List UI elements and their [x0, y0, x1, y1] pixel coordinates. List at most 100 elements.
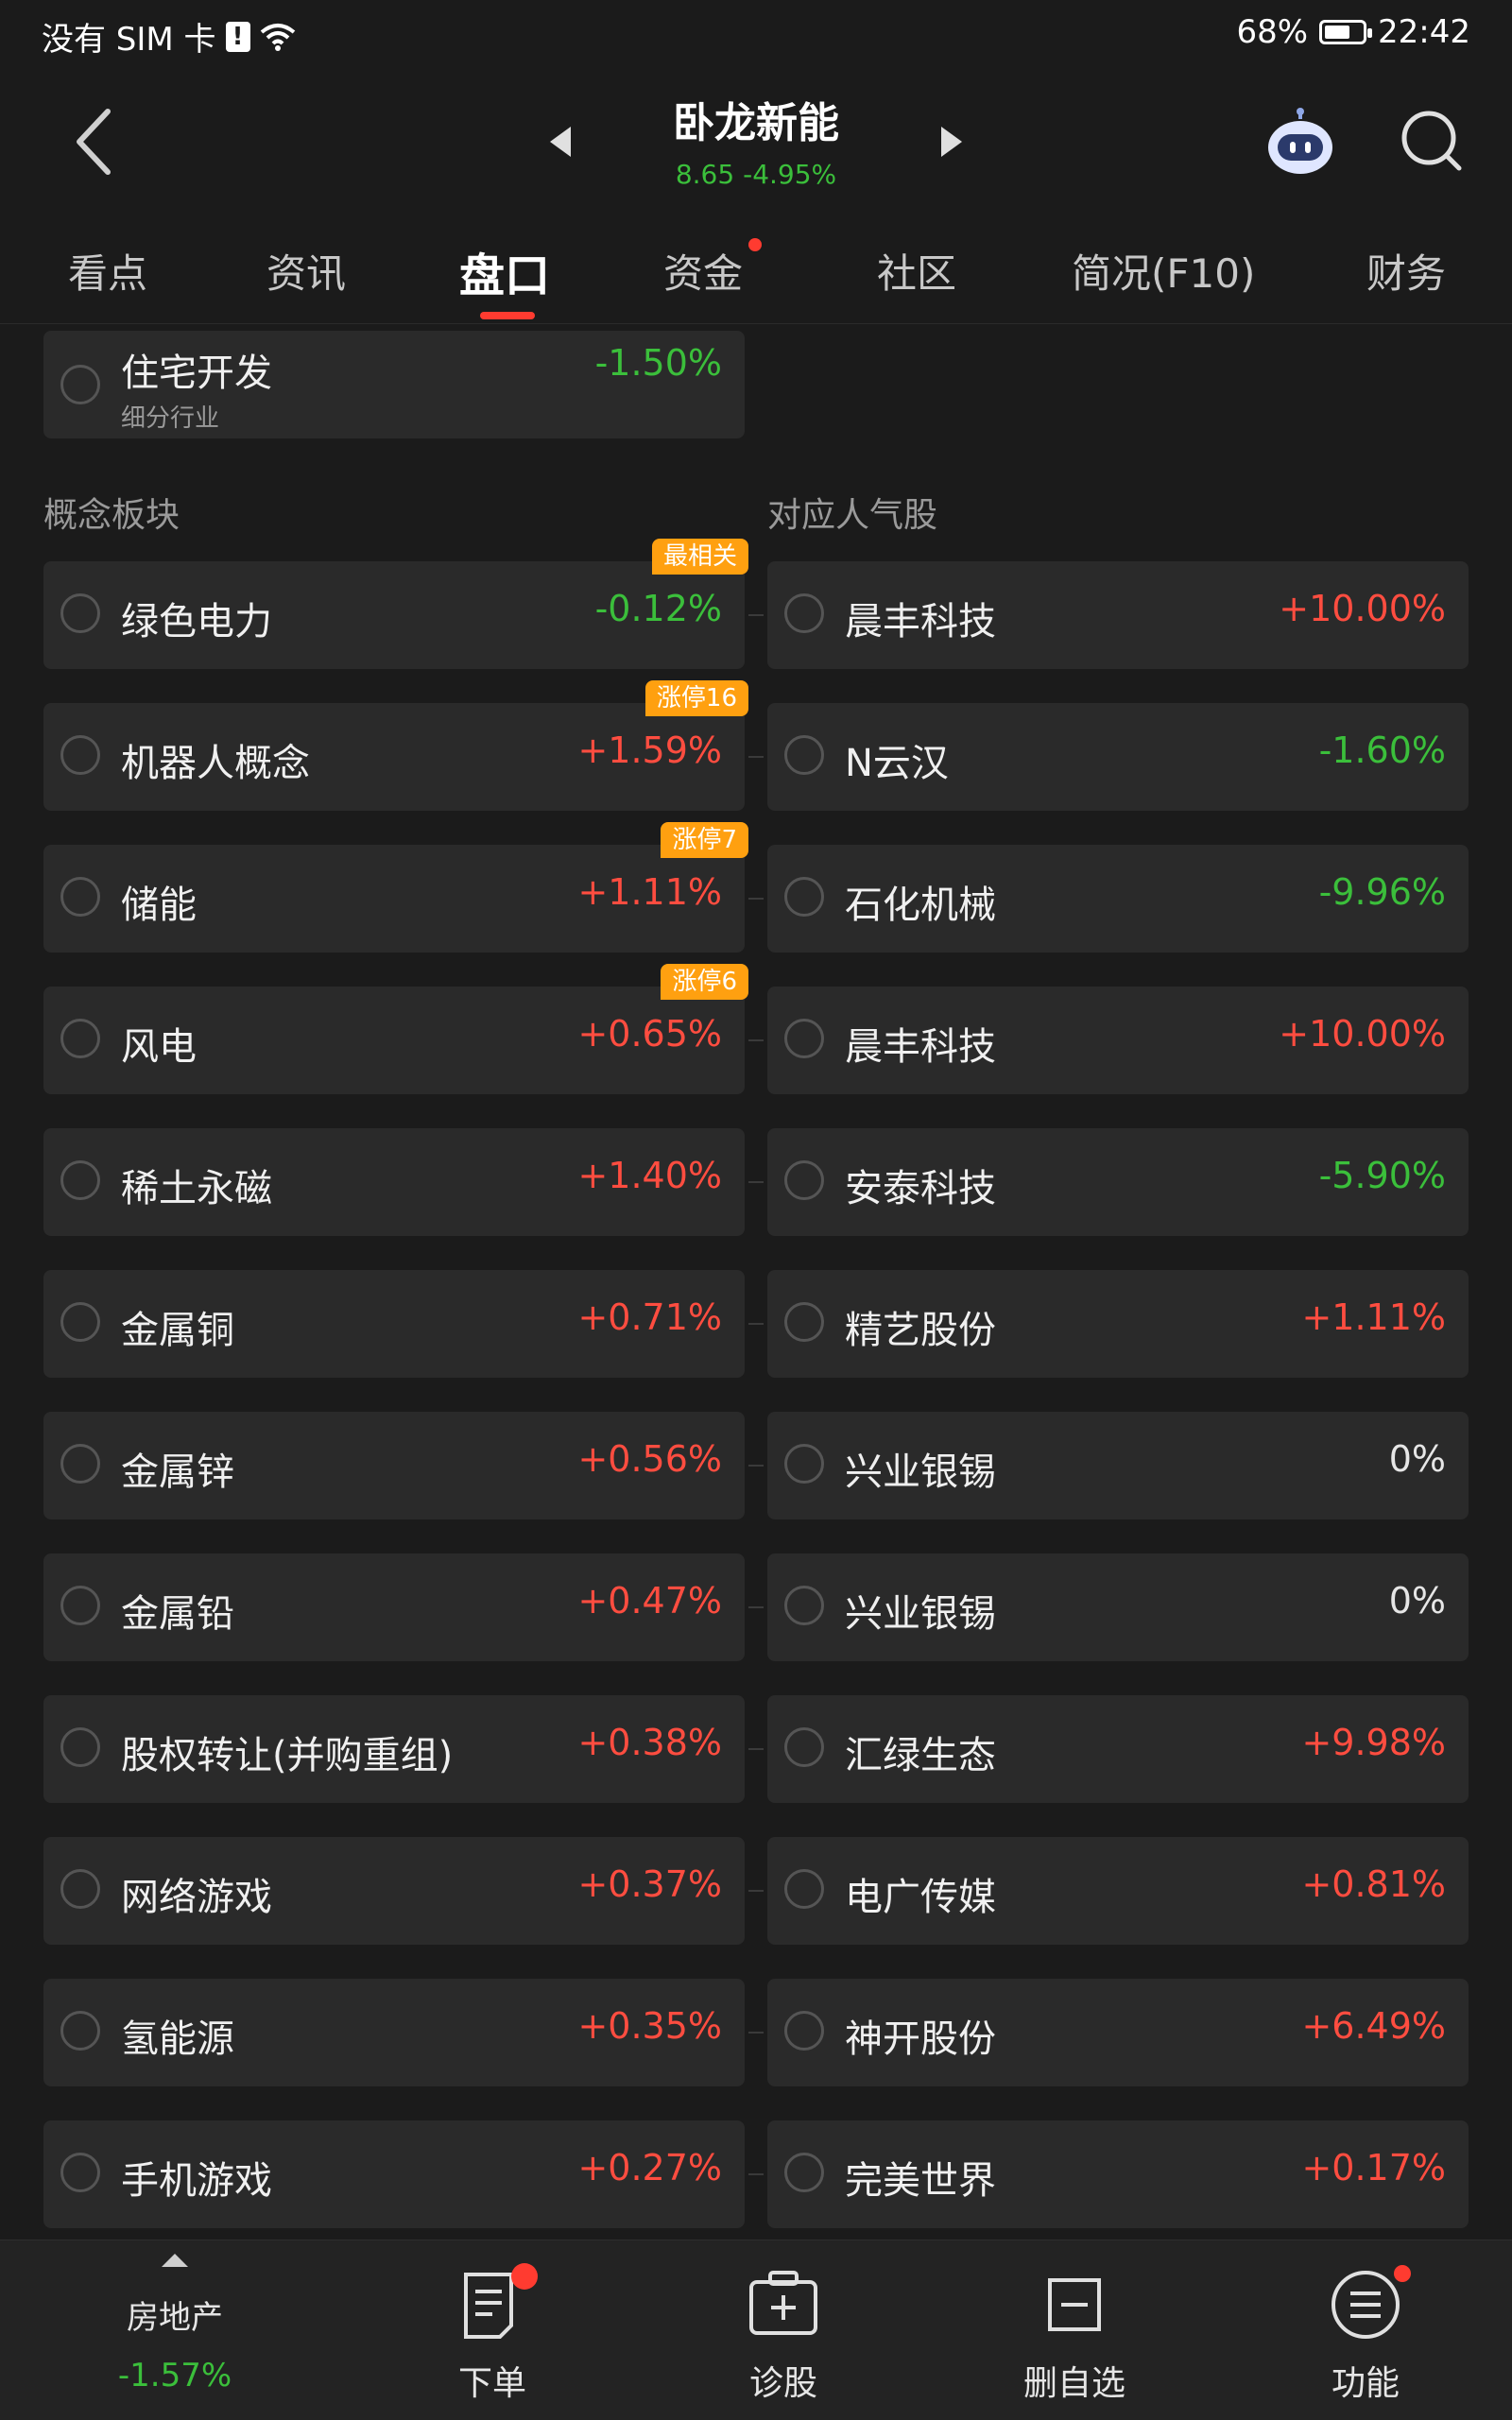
tab-profile-f10[interactable]: 简况(F10)	[1072, 242, 1255, 300]
radio-button[interactable]	[784, 1019, 824, 1058]
industry-name: 住宅开发	[121, 352, 272, 395]
radio-button[interactable]	[784, 593, 824, 633]
popular-stock-item[interactable]: 完美世界 +0.17%	[767, 2120, 1469, 2228]
stock-name: 汇绿生态	[845, 1734, 996, 1777]
radio-button[interactable]	[60, 2153, 100, 2192]
connector-line	[748, 1323, 764, 1325]
concept-name: 金属铜	[121, 1309, 234, 1352]
popular-stock-item[interactable]: 石化机械 -9.96%	[767, 845, 1469, 953]
concept-change: +0.38%	[577, 1722, 722, 1763]
concept-change: +1.59%	[577, 729, 722, 771]
radio-button[interactable]	[60, 735, 100, 775]
tab-community[interactable]: 社区	[877, 242, 956, 300]
remove-watchlist-button[interactable]: 删自选	[994, 2267, 1155, 2405]
radio-button[interactable]	[60, 1019, 100, 1058]
concept-change: +0.65%	[577, 1013, 722, 1055]
function-button[interactable]: 功能	[1285, 2265, 1446, 2405]
popular-stock-item[interactable]: 汇绿生态 +9.98%	[767, 1695, 1469, 1803]
concept-item[interactable]: 金属铅 +0.47%	[43, 1553, 745, 1661]
sector-indicator[interactable]: 房地产 -1.57%	[94, 2254, 255, 2394]
battery-icon	[1319, 20, 1373, 44]
concept-item[interactable]: 金属铜 +0.71%	[43, 1270, 745, 1378]
stock-header: 卧龙新能 8.65 -4.95%	[0, 72, 1512, 214]
popular-stock-item[interactable]: N云汉 -1.60%	[767, 703, 1469, 811]
radio-button[interactable]	[784, 877, 824, 917]
radio-button[interactable]	[60, 1586, 100, 1625]
radio-button[interactable]	[60, 1869, 100, 1909]
radio-button[interactable]	[60, 1302, 100, 1342]
radio-button[interactable]	[784, 1160, 824, 1200]
popular-stock-item[interactable]: 神开股份 +6.49%	[767, 1979, 1469, 2086]
popular-stock-item[interactable]: 晨丰科技 +10.00%	[767, 987, 1469, 1094]
connector-line	[748, 1606, 764, 1608]
concept-item[interactable]: 手机游戏 +0.27%	[43, 2120, 745, 2228]
concept-name: 网络游戏	[121, 1876, 272, 1919]
radio-button[interactable]	[784, 1727, 824, 1767]
tab-handicap[interactable]: 盘口	[459, 238, 550, 304]
radio-button[interactable]	[60, 1444, 100, 1484]
connector-line	[748, 1465, 764, 1467]
concept-item[interactable]: 金属锌 +0.56%	[43, 1412, 745, 1519]
order-button[interactable]: 下单	[412, 2263, 573, 2405]
function-badge	[1394, 2265, 1411, 2282]
radio-button[interactable]	[60, 1727, 100, 1767]
concept-item[interactable]: 稀土永磁 +1.40%	[43, 1128, 745, 1236]
remove-watchlist-label: 删自选	[1022, 2364, 1125, 2403]
search-icon[interactable]	[1399, 108, 1465, 174]
radio-button[interactable]	[60, 365, 100, 404]
popular-stock-item[interactable]: 安泰科技 -5.90%	[767, 1128, 1469, 1236]
tab-finance[interactable]: 财务	[1366, 242, 1446, 300]
radio-button[interactable]	[60, 593, 100, 633]
radio-button[interactable]	[784, 1586, 824, 1625]
wifi-icon	[260, 23, 295, 51]
concept-name: 储能	[121, 884, 197, 927]
radio-button[interactable]	[784, 2153, 824, 2192]
concept-item[interactable]: 机器人概念 +1.59%	[43, 703, 745, 811]
concept-name: 风电	[121, 1025, 197, 1069]
concept-badge: 涨停16	[644, 680, 748, 716]
radio-button[interactable]	[60, 1160, 100, 1200]
radio-button[interactable]	[784, 1869, 824, 1909]
concept-item[interactable]: 网络游戏 +0.37%	[43, 1837, 745, 1945]
concept-change: +0.56%	[577, 1438, 722, 1480]
sector-change: -1.57%	[117, 2357, 232, 2394]
popular-stock-item[interactable]: 兴业银锡 0%	[767, 1553, 1469, 1661]
tab-news[interactable]: 资讯	[266, 242, 346, 300]
radio-button[interactable]	[784, 2011, 824, 2051]
concept-item[interactable]: 氢能源 +0.35%	[43, 1979, 745, 2086]
concept-item[interactable]: 风电 +0.65%	[43, 987, 745, 1094]
tab-highlights[interactable]: 看点	[68, 242, 147, 300]
radio-button[interactable]	[784, 1302, 824, 1342]
concept-change: +1.11%	[577, 871, 722, 913]
concept-item[interactable]: 绿色电力 -0.12%	[43, 561, 745, 669]
stock-change: +1.11%	[1301, 1296, 1446, 1338]
popular-stock-item[interactable]: 晨丰科技 +10.00%	[767, 561, 1469, 669]
industry-item[interactable]: 住宅开发 细分行业 -1.50%	[43, 331, 745, 438]
connector-line	[748, 614, 764, 616]
concept-badge: 最相关	[651, 539, 748, 575]
diagnose-button[interactable]: 诊股	[703, 2267, 864, 2405]
next-stock-icon[interactable]	[937, 125, 966, 159]
concept-change: +0.71%	[577, 1296, 722, 1338]
popular-stock-item[interactable]: 电广传媒 +0.81%	[767, 1837, 1469, 1945]
concept-name: 金属锌	[121, 1450, 234, 1494]
radio-button[interactable]	[60, 2011, 100, 2051]
stock-change: -9.96%	[1318, 871, 1446, 913]
radio-button[interactable]	[784, 1444, 824, 1484]
concept-change: -0.12%	[594, 588, 722, 629]
concept-item[interactable]: 储能 +1.11%	[43, 845, 745, 953]
concept-name: 手机游戏	[121, 2159, 272, 2203]
radio-button[interactable]	[784, 735, 824, 775]
popular-stock-item[interactable]: 精艺股份 +1.11%	[767, 1270, 1469, 1378]
tab-capital[interactable]: 资金	[663, 242, 743, 300]
stock-change: +0.17%	[1301, 2147, 1446, 2188]
industry-type: 细分行业	[121, 404, 220, 433]
robot-assistant-icon[interactable]	[1263, 106, 1338, 181]
notification-dot	[748, 238, 762, 251]
concept-change: +0.35%	[577, 2005, 722, 2047]
radio-button[interactable]	[60, 877, 100, 917]
concept-item[interactable]: 股权转让(并购重组) +0.38%	[43, 1695, 745, 1803]
popular-stock-item[interactable]: 兴业银锡 0%	[767, 1412, 1469, 1519]
stock-name: 石化机械	[845, 884, 996, 927]
concept-name: 绿色电力	[121, 600, 272, 644]
